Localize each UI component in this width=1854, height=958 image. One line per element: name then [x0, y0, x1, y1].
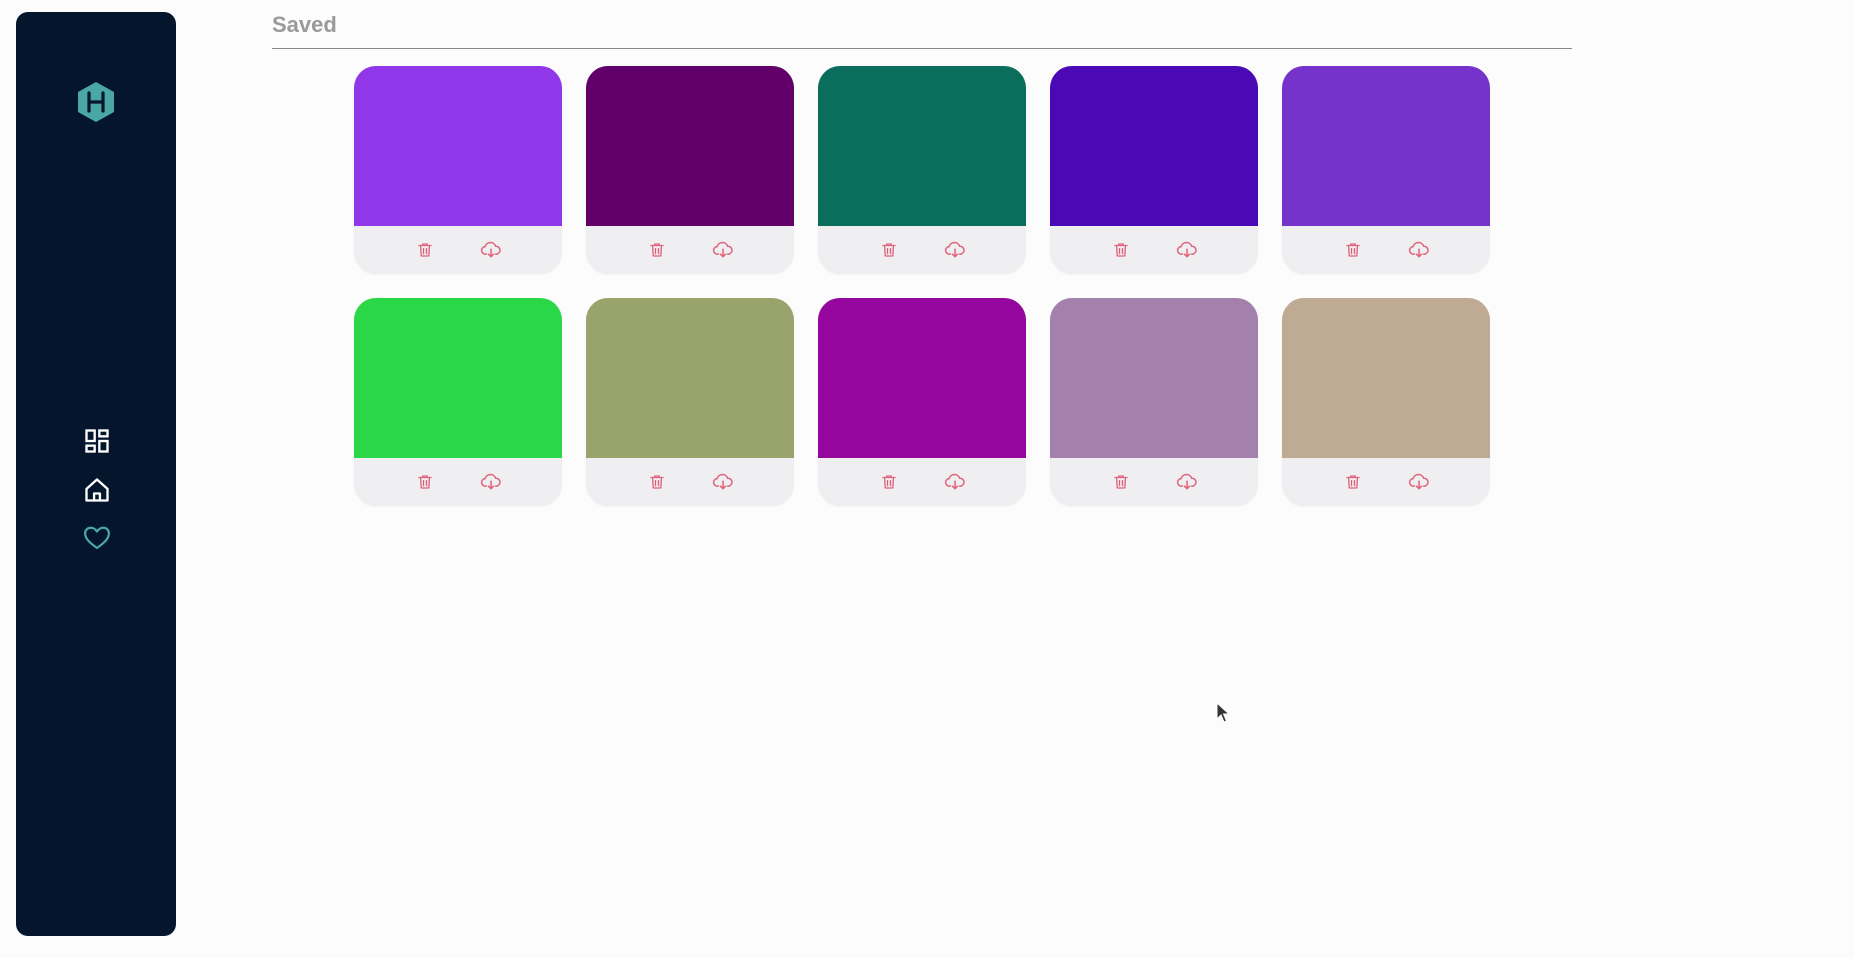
palette-card[interactable]: [1050, 298, 1258, 506]
palette-card[interactable]: [586, 66, 794, 274]
cloud-download-icon[interactable]: [943, 470, 967, 494]
trash-icon[interactable]: [1109, 238, 1133, 262]
color-swatch[interactable]: [1282, 66, 1490, 226]
color-swatch[interactable]: [1282, 298, 1490, 458]
palette-card[interactable]: [818, 298, 1026, 506]
cloud-download-icon[interactable]: [479, 238, 503, 262]
cloud-download-icon[interactable]: [1407, 470, 1431, 494]
cloud-download-icon[interactable]: [711, 470, 735, 494]
card-actions: [1050, 458, 1258, 506]
page-title: Saved: [272, 12, 337, 37]
palette-card[interactable]: [1050, 66, 1258, 274]
trash-icon[interactable]: [877, 470, 901, 494]
card-actions: [818, 226, 1026, 274]
palette-card[interactable]: [1282, 298, 1490, 506]
cloud-download-icon[interactable]: [711, 238, 735, 262]
palette-card[interactable]: [818, 66, 1026, 274]
color-swatch[interactable]: [354, 66, 562, 226]
mouse-cursor-icon: [1216, 702, 1230, 723]
palette-card[interactable]: [354, 66, 562, 274]
color-swatch[interactable]: [818, 66, 1026, 226]
color-swatch[interactable]: [818, 298, 1026, 458]
cloud-download-icon[interactable]: [1175, 238, 1199, 262]
color-swatch[interactable]: [1050, 298, 1258, 458]
cloud-download-icon[interactable]: [1175, 470, 1199, 494]
trash-icon[interactable]: [877, 238, 901, 262]
card-actions: [1282, 226, 1490, 274]
trash-icon[interactable]: [1341, 238, 1365, 262]
heart-icon: [84, 526, 110, 550]
trash-icon[interactable]: [1109, 470, 1133, 494]
trash-icon[interactable]: [645, 238, 669, 262]
color-swatch[interactable]: [586, 298, 794, 458]
color-swatch[interactable]: [354, 298, 562, 458]
card-actions: [354, 226, 562, 274]
sidebar: [16, 12, 176, 936]
card-actions: [586, 226, 794, 274]
sidebar-item-home[interactable]: [82, 475, 112, 505]
card-actions: [818, 458, 1026, 506]
palette-card[interactable]: [354, 298, 562, 506]
card-actions: [1050, 226, 1258, 274]
color-swatch[interactable]: [1050, 66, 1258, 226]
card-actions: [586, 458, 794, 506]
card-actions: [1282, 458, 1490, 506]
color-swatch[interactable]: [586, 66, 794, 226]
title-divider: [272, 48, 1572, 49]
sidebar-item-saved[interactable]: [82, 523, 112, 553]
dashboard-icon: [85, 429, 109, 453]
sidebar-item-dashboard[interactable]: [82, 426, 112, 456]
cloud-download-icon[interactable]: [943, 238, 967, 262]
card-actions: [354, 458, 562, 506]
home-icon: [85, 478, 109, 502]
saved-palettes-grid: [354, 66, 1490, 506]
palette-card[interactable]: [1282, 66, 1490, 274]
cloud-download-icon[interactable]: [1407, 238, 1431, 262]
trash-icon[interactable]: [413, 238, 437, 262]
palette-card[interactable]: [586, 298, 794, 506]
hexagon-h-logo-icon[interactable]: [76, 80, 116, 124]
trash-icon[interactable]: [413, 470, 437, 494]
trash-icon[interactable]: [1341, 470, 1365, 494]
trash-icon[interactable]: [645, 470, 669, 494]
cloud-download-icon[interactable]: [479, 470, 503, 494]
